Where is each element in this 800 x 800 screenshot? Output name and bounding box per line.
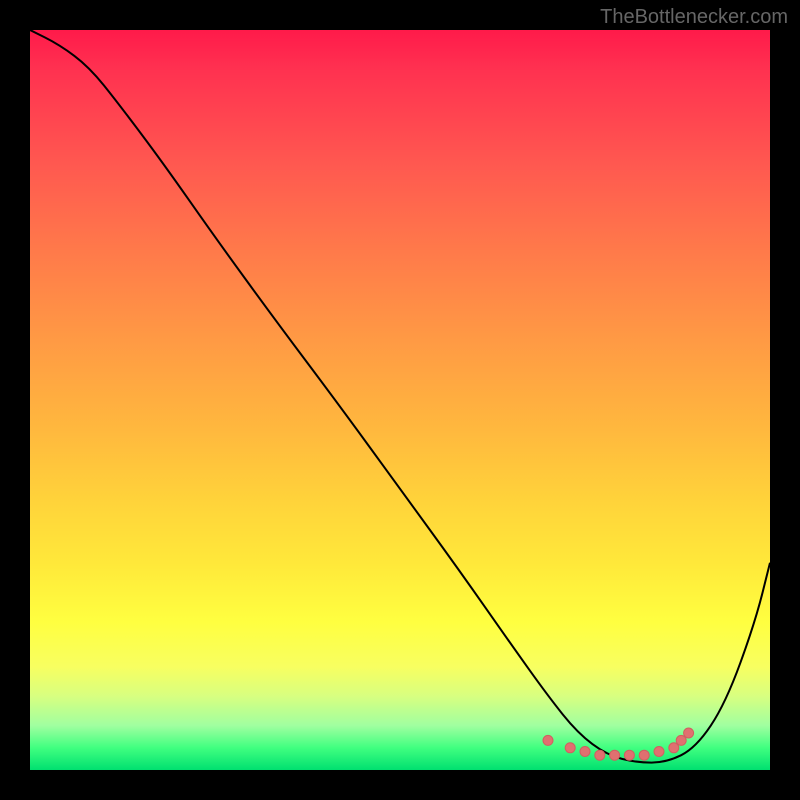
marker-point (669, 743, 679, 753)
marker-point (624, 750, 634, 760)
marker-point (543, 735, 553, 745)
marker-point (580, 747, 590, 757)
chart-svg (30, 30, 770, 770)
marker-point (565, 743, 575, 753)
watermark-text: TheBottlenecker.com (600, 6, 788, 29)
marker-point (654, 747, 664, 757)
marker-point (676, 735, 686, 745)
chart-plot-area (30, 30, 770, 770)
bottleneck-curve (30, 30, 770, 763)
marker-point (639, 750, 649, 760)
marker-point (610, 750, 620, 760)
marker-point (684, 728, 694, 738)
optimal-range-markers (543, 728, 694, 760)
marker-point (595, 750, 605, 760)
